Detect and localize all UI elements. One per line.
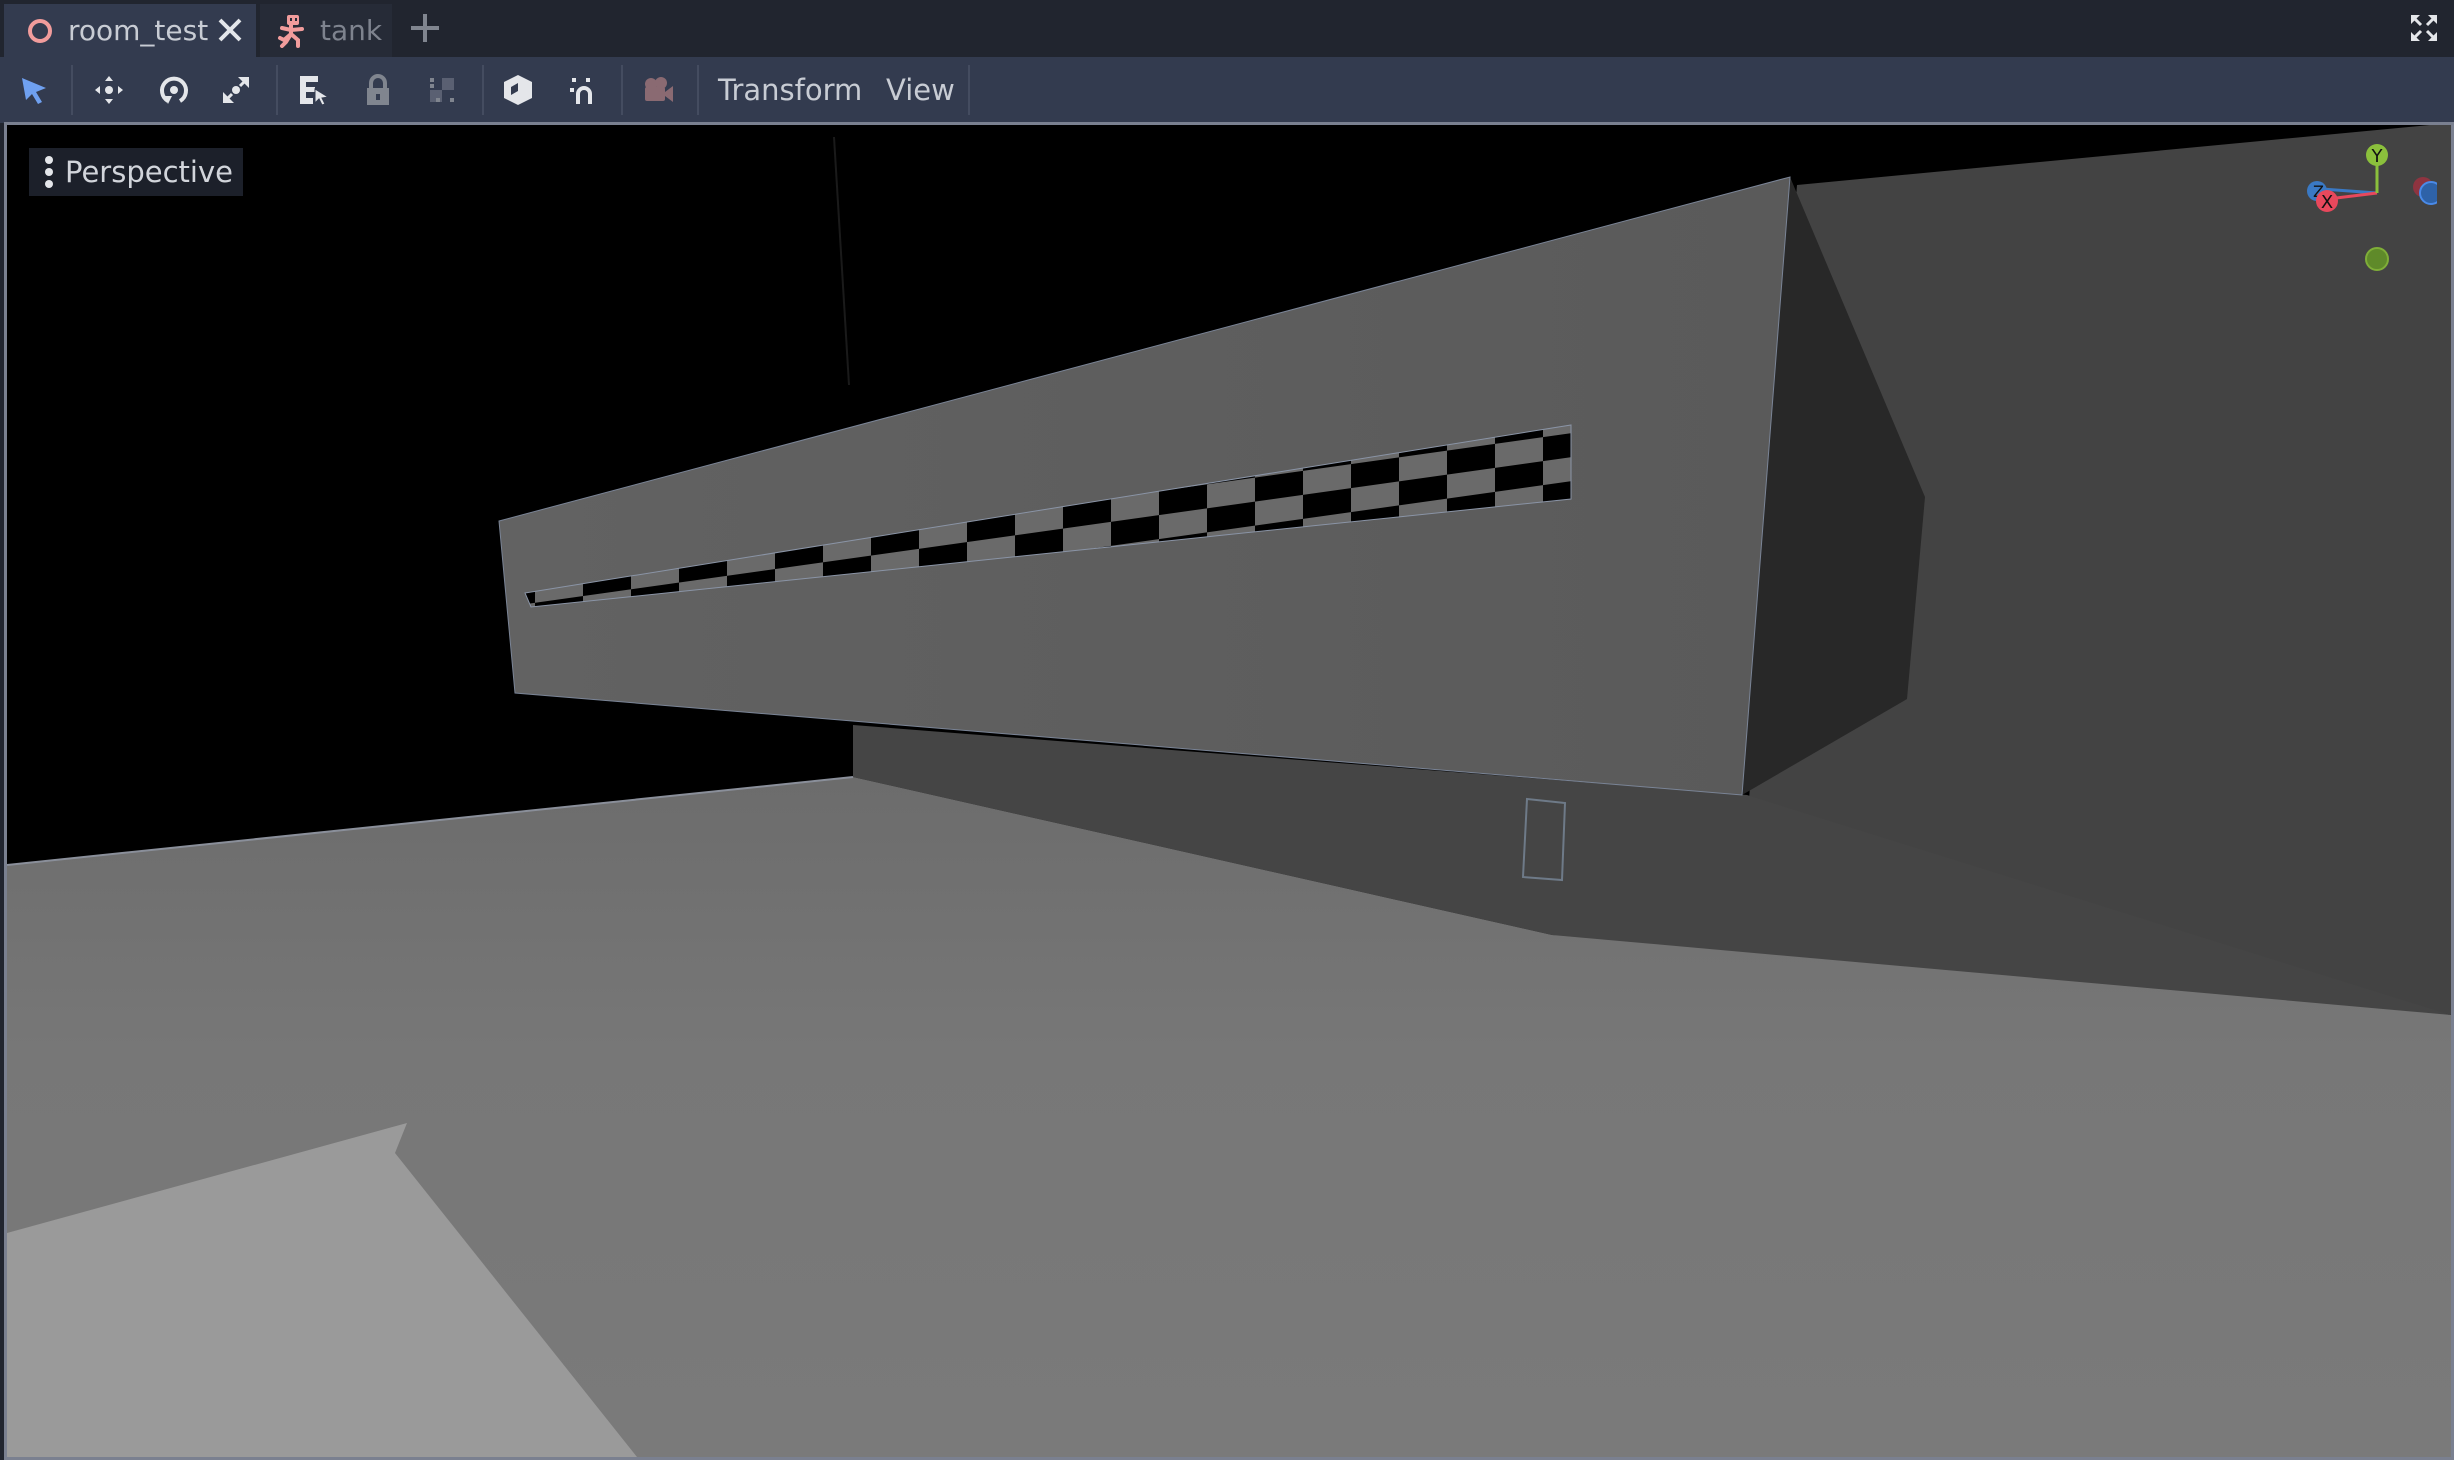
character-body-icon — [272, 11, 312, 51]
add-tab-button[interactable] — [405, 8, 445, 48]
scene-tab-bar: room_test tank — [0, 0, 2454, 57]
local-space-toggle[interactable] — [494, 66, 542, 114]
list-select-tool-button[interactable] — [290, 66, 338, 114]
node3d-ring-icon — [20, 11, 60, 51]
group-tool-button[interactable] — [418, 66, 466, 114]
move-icon — [95, 76, 123, 104]
gizmo-neg-z-handle — [2419, 181, 2437, 205]
select-tool-button[interactable] — [10, 66, 58, 114]
snap-toggle[interactable] — [558, 66, 606, 114]
tab-room-test[interactable]: room_test — [4, 4, 256, 57]
camera-preview-toggle[interactable] — [634, 66, 682, 114]
snap-magnet-icon — [570, 78, 592, 104]
list-select-icon — [300, 76, 330, 106]
gizmo-x-label: X — [2321, 192, 2333, 213]
scale-tool-button[interactable] — [212, 66, 260, 114]
spatial-editor-toolbar: Transform View — [0, 57, 2454, 123]
toolbar-separator — [276, 65, 278, 115]
plus-icon — [411, 14, 439, 42]
kebab-menu-icon — [45, 156, 53, 188]
gizmo-y-label: Y — [2371, 146, 2384, 167]
expand-icon — [2411, 15, 2437, 41]
lock-tool-button[interactable] — [354, 66, 402, 114]
toolbar-separator — [482, 65, 484, 115]
group-icon — [430, 78, 454, 102]
close-tab-icon[interactable] — [210, 10, 250, 50]
rotate-icon — [160, 76, 188, 104]
toolbar-separator — [697, 65, 699, 115]
3d-viewport[interactable]: Perspective Z Y X — [4, 122, 2454, 1460]
3d-scene-render[interactable] — [7, 125, 2451, 1457]
toolbar-separator — [968, 65, 970, 115]
select-arrow-icon — [22, 78, 46, 104]
toolbar-separator — [621, 65, 623, 115]
camera-icon — [645, 77, 673, 102]
rotate-tool-button[interactable] — [150, 66, 198, 114]
view-menu[interactable]: View — [880, 69, 961, 111]
lock-icon — [367, 74, 389, 105]
gizmo-neg-y-handle — [2365, 247, 2389, 271]
transform-menu[interactable]: Transform — [712, 69, 868, 111]
tab-label: tank — [320, 14, 383, 47]
view-orientation-gizmo[interactable]: Z Y X — [2287, 129, 2437, 289]
move-tool-button[interactable] — [85, 66, 133, 114]
object-cube-icon — [504, 75, 532, 105]
perspective-menu-button[interactable]: Perspective — [29, 148, 243, 196]
distraction-free-button[interactable] — [2406, 10, 2442, 46]
scale-icon — [223, 77, 249, 103]
toolbar-separator — [71, 65, 73, 115]
perspective-label: Perspective — [65, 155, 233, 189]
tab-label: room_test — [68, 14, 209, 47]
tab-tank[interactable]: tank — [260, 4, 392, 57]
